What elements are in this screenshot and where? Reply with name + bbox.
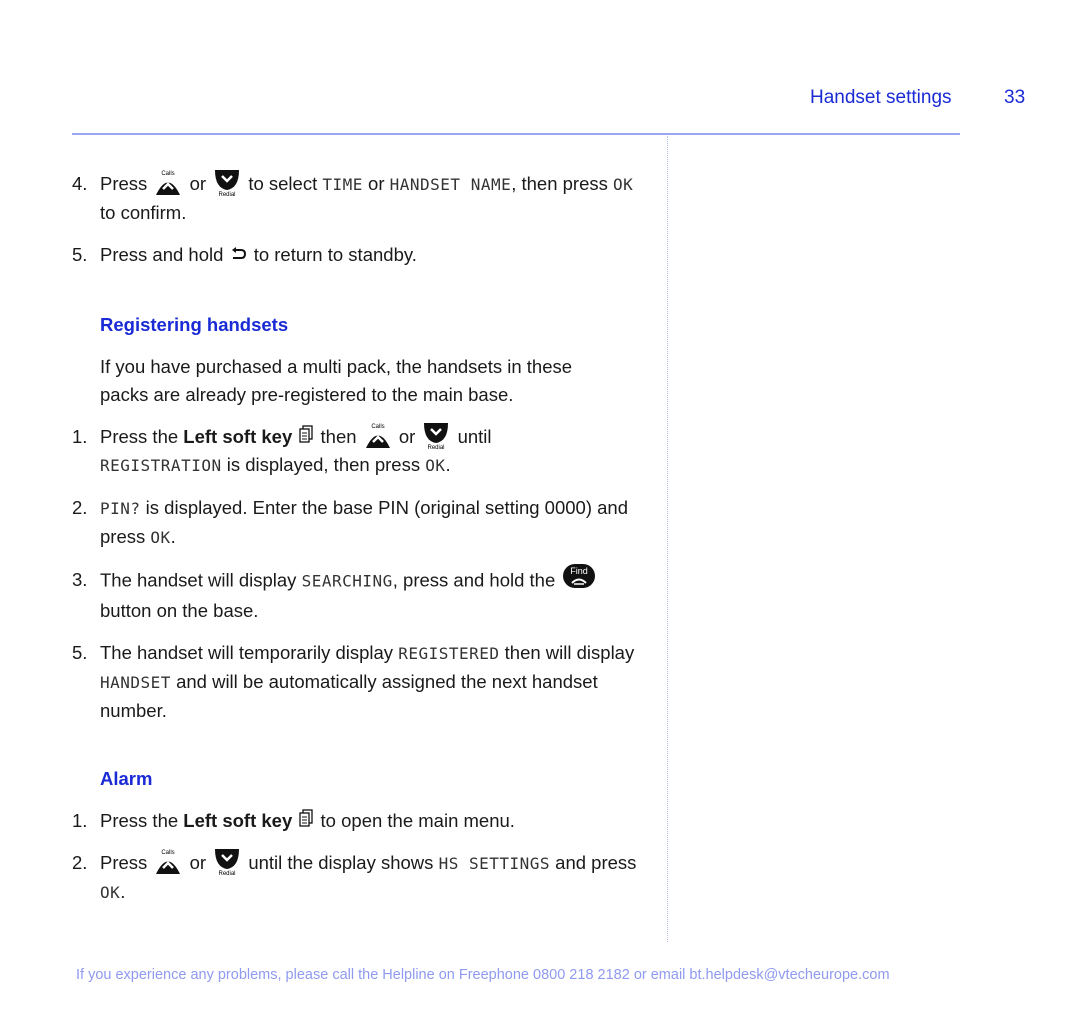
step-text: to return to standby. [253,244,417,265]
step-text: . [120,881,126,902]
step-text: . [170,526,176,547]
calls-up-key-icon: Calls [154,847,182,875]
lcd-text: OK [100,883,121,902]
step-number: 5. [72,244,88,265]
lcd-text: OK [150,528,171,547]
svg-text:Calls: Calls [162,171,175,177]
step-text: and will be automatically assigned the n… [100,671,598,721]
lcd-text: HANDSET [100,673,171,692]
left-soft-key-icon [299,807,314,835]
step-text: is displayed. Enter the base PIN (origin… [100,497,628,547]
step-number: 5. [72,642,88,663]
calls-up-key-icon: Calls [154,168,182,196]
step-text: Press [100,852,148,873]
left-soft-key-label: Left soft key [183,426,293,447]
lcd-text: TIME [322,175,363,194]
main-content: 4. Press Calls or Redial to select TIME … [72,170,647,907]
step-5: 5. Press and hold to return to standby. [72,241,647,269]
step-text: Press and hold [100,244,224,265]
step-number: 3. [72,569,88,590]
lcd-text: PIN? [100,499,141,518]
header-divider [72,133,960,135]
helpline-footer: If you experience any problems, please c… [76,967,890,983]
redial-down-key-icon: Redial [213,168,241,196]
svg-text:Calls: Calls [162,850,175,856]
svg-text:Calls: Calls [371,424,384,430]
left-soft-key-label: Left soft key [183,810,293,831]
step-number: 2. [72,497,88,518]
registering-intro: If you have purchased a multi pack, the … [100,356,573,405]
svg-text:Redial: Redial [428,445,445,449]
step-number: 1. [72,810,88,831]
step-text: or [368,173,385,194]
section-title: Handset settings [810,87,952,108]
step-text: then will display [504,642,635,663]
step-text: Press the [100,426,179,447]
step-text: Press the [100,810,179,831]
alarm-step-2: 2. Press Calls or Redial until the displ… [72,849,647,907]
lcd-text: REGISTRATION [100,456,222,475]
step-number: 1. [72,426,88,447]
find-button-icon: Find [562,563,596,597]
step-text: until the display shows [248,852,434,873]
lcd-text: HANDSET NAME [389,175,512,194]
step-text: or [189,852,207,873]
step-text: , then press [511,173,608,194]
column-divider [667,136,668,942]
redial-down-key-icon: Redial [422,421,450,449]
step-text: button on the base. [100,600,259,621]
step-number: 4. [72,173,88,194]
step-number: 2. [72,852,88,873]
lcd-text: SEARCHING [301,571,393,591]
svg-text:Redial: Redial [219,871,236,875]
lcd-text: REGISTERED [398,644,500,663]
step-text: to select [248,173,318,194]
step-text: or [398,426,416,447]
alarm-step-1: 1. Press the Left soft key to open the m… [72,807,647,835]
alarm-heading: Alarm [100,768,153,789]
step-text: or [189,173,207,194]
step-text: The handset will temporarily display [100,642,394,663]
svg-text:Redial: Redial [219,192,236,196]
redial-down-key-icon: Redial [213,847,241,875]
step-4: 4. Press Calls or Redial to select TIME … [72,170,647,227]
registering-step-1: 1. Press the Left soft key then Calls or… [72,423,647,480]
step-text: , press and hold the [392,569,556,591]
step-text: is displayed, then press [226,454,421,475]
lcd-text: OK [425,456,446,475]
step-text: to open the main menu. [320,810,515,831]
step-text: The handset will display [100,569,297,591]
step-text: then [320,426,357,447]
step-text: and press [555,852,637,873]
registering-step-5: 5. The handset will temporarily display … [72,639,647,725]
step-text: to confirm. [100,202,187,223]
registering-handsets-heading: Registering handsets [100,314,289,335]
registering-step-2: 2. PIN? is displayed. Enter the base PIN… [72,494,647,552]
lcd-text: OK [613,175,634,194]
back-return-icon [231,241,247,269]
step-text: . [445,454,451,475]
lcd-text: HS SETTINGS [438,854,551,873]
left-soft-key-icon [299,423,314,451]
registering-step-3: 3. The handset will display SEARCHING, p… [72,563,647,625]
svg-text:Find: Find [571,566,589,576]
calls-up-key-icon: Calls [364,421,392,449]
step-text: Press [100,173,148,194]
page-number: 33 [1004,87,1026,108]
step-text: until [457,426,492,447]
